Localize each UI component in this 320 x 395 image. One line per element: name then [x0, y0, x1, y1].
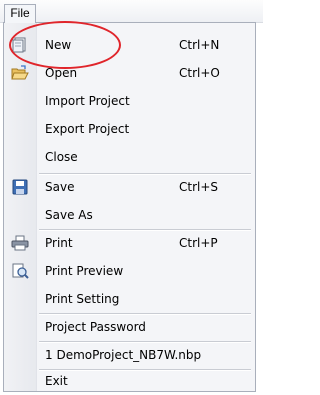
menu-item-save[interactable]: Save Ctrl+S	[4, 173, 255, 201]
menu-item-print[interactable]: Print Ctrl+P	[4, 229, 255, 257]
menu-item-new[interactable]: New Ctrl+N	[4, 31, 255, 59]
menu-item-label: New	[45, 38, 72, 52]
menu-item-save-as[interactable]: Save As	[4, 201, 255, 229]
file-menu-label: File	[10, 6, 30, 20]
floppy-disk-icon	[11, 179, 29, 195]
menu-item-import-project[interactable]: Import Project	[4, 87, 255, 115]
menu-item-print-setting[interactable]: Print Setting	[4, 285, 255, 313]
menu-item-label: Exit	[45, 374, 68, 388]
menu-item-label: 1 DemoProject_NB7W.nbp	[45, 348, 202, 362]
open-folder-icon	[11, 65, 29, 81]
menu-item-label: Close	[45, 150, 78, 164]
print-preview-icon	[11, 263, 29, 279]
menu-item-label: Export Project	[45, 122, 130, 136]
menu-item-export-project[interactable]: Export Project	[4, 115, 255, 143]
menu-bar: File	[0, 0, 263, 23]
menu-item-print-preview[interactable]: Print Preview	[4, 257, 255, 285]
menu-item-shortcut: Ctrl+P	[179, 236, 218, 250]
menu-item-exit[interactable]: Exit	[4, 367, 255, 395]
menu-item-label: Project Password	[45, 320, 146, 334]
file-menu-dropdown: New Ctrl+N Open Ctrl+O Import Project Ex…	[3, 22, 256, 392]
menu-item-label: Print	[45, 236, 73, 250]
menu-item-shortcut: Ctrl+S	[179, 180, 219, 194]
menu-item-project-password[interactable]: Project Password	[4, 313, 255, 341]
menu-item-label: Import Project	[45, 94, 130, 108]
menu-item-open[interactable]: Open Ctrl+O	[4, 59, 255, 87]
new-document-icon	[11, 37, 29, 53]
menu-item-label: Print Setting	[45, 292, 120, 306]
file-menu-button[interactable]: File	[4, 4, 36, 23]
menu-item-label: Open	[45, 66, 78, 80]
menu-item-label: Save As	[45, 208, 93, 222]
menu-item-close[interactable]: Close	[4, 143, 255, 171]
menu-item-recent-file[interactable]: 1 DemoProject_NB7W.nbp	[4, 341, 255, 369]
menu-item-label: Save	[45, 180, 75, 194]
menu-item-shortcut: Ctrl+O	[179, 66, 220, 80]
menu-item-shortcut: Ctrl+N	[179, 38, 220, 52]
menu-item-label: Print Preview	[45, 264, 124, 278]
printer-icon	[11, 235, 29, 251]
